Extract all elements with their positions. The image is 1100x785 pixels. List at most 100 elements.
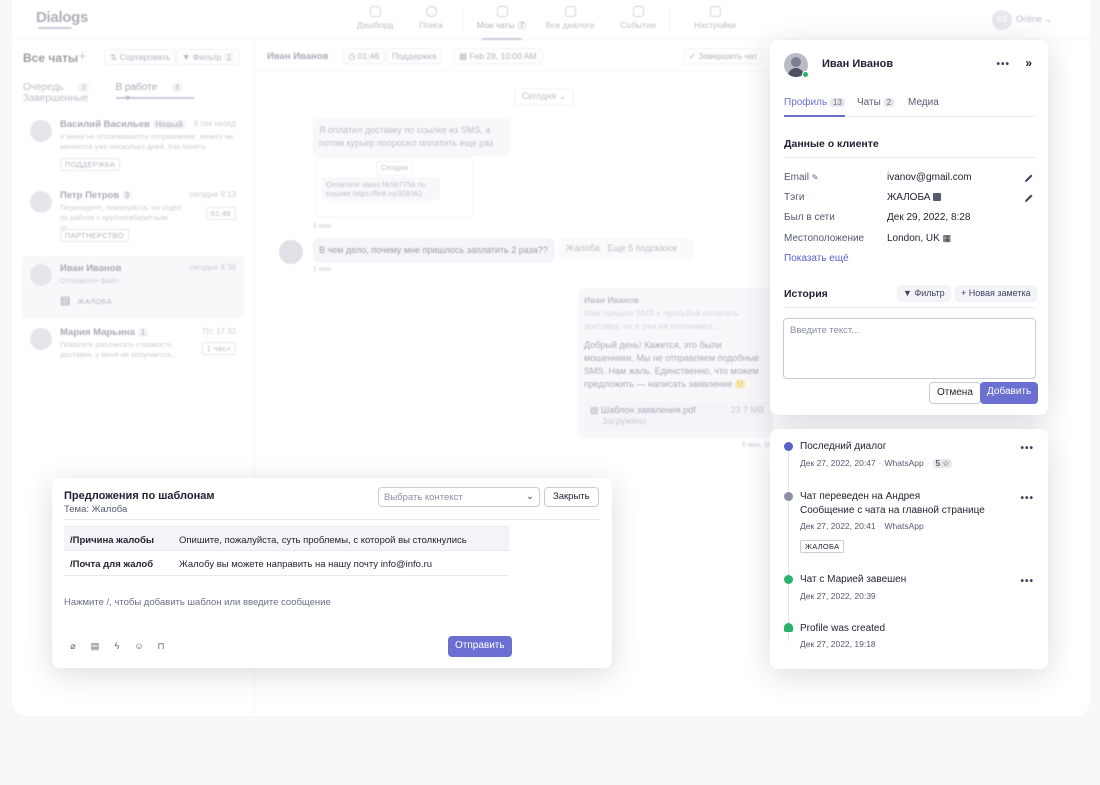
nav-label: Все диалоги [545, 20, 595, 30]
timeline-title: Profile was created [800, 623, 886, 634]
suggestion-chips: Жалоба Еще 5 подсказок [558, 238, 694, 260]
chat-tag: ПАРТНЕРСТВО [60, 229, 129, 242]
file-icon: ▤ [590, 405, 599, 415]
nav-divider [669, 8, 670, 32]
note-input[interactable]: Введите текст... [783, 318, 1036, 379]
history-timeline-card: Последний диалог ••• Дек 27, 2022, 20:47… [770, 429, 1048, 669]
timeline-meta: Дек 27, 2022, 20:41 · WhatsApp [800, 521, 924, 531]
message-time: 6 мин [313, 223, 332, 230]
table-row[interactable]: /Почта для жалоб Жалобу вы можете направ… [64, 551, 509, 576]
tab-queue[interactable]: Очередь 3 [23, 82, 101, 93]
forwarded-text: Оплатите заказ №567756 по ссылке https:/… [322, 177, 440, 201]
flag-icon: ▦ [942, 233, 952, 243]
email-value: ivanov@gmail.com [887, 172, 972, 183]
nav-search[interactable]: Поиск [395, 6, 467, 30]
finish-chat-button[interactable]: ✓ Завершить чат [683, 48, 764, 64]
nav-label: Дашборд [356, 20, 394, 30]
note-placeholder: Введите текст... [790, 325, 860, 336]
divider [784, 157, 1036, 158]
chat-time: 6 сек назад [193, 119, 236, 128]
table-row[interactable]: /Причина жалобы Опишите, пожалуйста, сут… [64, 526, 509, 551]
message-input[interactable]: Нажмите /, чтобы добавить шаблон или вве… [64, 597, 331, 608]
tag-label: ПАРТНЕРСТВО [60, 229, 129, 242]
user-avatar[interactable]: SS [992, 10, 1012, 30]
name-text: Петр Петров [60, 190, 120, 201]
lightning-icon[interactable]: ϟ [109, 638, 125, 654]
caret-down-icon[interactable]: ▾ [125, 93, 130, 104]
location-label: Местоположение [784, 233, 865, 244]
close-button[interactable]: Закрыть [544, 487, 599, 507]
unread-badge: 1 [137, 328, 149, 337]
show-more-link[interactable]: Показать ещё [784, 253, 849, 264]
list-item[interactable]: Петр Петров 9 сегодня 9:13 Пересидите, п… [22, 183, 244, 245]
tab-profile[interactable]: Профиль 13 [784, 97, 845, 117]
add-note-button[interactable]: Добавить [980, 382, 1039, 404]
template-icon[interactable]: ▤ [87, 638, 103, 654]
more-icon[interactable]: ••• [1020, 443, 1034, 454]
emoji-icon[interactable]: ☺ [131, 638, 147, 654]
nav-my-chats[interactable]: Мои чаты 7 [466, 6, 538, 40]
history-filter-button[interactable]: ▼ Фильтр [897, 285, 951, 302]
contact-name: Иван Иванов [60, 263, 122, 274]
timer-label: 01:46 [357, 51, 380, 61]
timeline-subtitle: Сообщение с чата на главной странице [800, 505, 985, 516]
timer-badge: ◷ 01:46 [342, 48, 386, 64]
status-selector[interactable]: Online ⌄ [1016, 14, 1052, 25]
dialogs-icon [564, 6, 576, 17]
template-text: Жалобу вы можете направить на нашу почту… [179, 559, 433, 570]
tab-chats[interactable]: Чаты 2 [857, 97, 895, 108]
more-icon[interactable]: ••• [996, 59, 1010, 70]
nav-label: Настройки [694, 20, 736, 30]
send-button[interactable]: Отправить [448, 636, 512, 657]
profile-tabs: Профиль 13 Чаты 2 Медиа [784, 97, 1036, 117]
timeline-title: Чат переведен на Андрея [800, 491, 921, 502]
tab-media[interactable]: Медиа [908, 97, 939, 108]
bookmark-icon[interactable]: ⊓ [153, 638, 169, 654]
events-icon [632, 6, 644, 17]
dashboard-icon [369, 6, 381, 17]
forwarded-date: Сегодня [376, 161, 413, 176]
tab-completed[interactable]: Завершенные [23, 93, 100, 104]
filter-button[interactable]: ▼ Фильтр 1 [176, 49, 241, 65]
sort-icon: ⇅ [110, 52, 118, 62]
list-item[interactable]: Мария Марьина 1 Пт, 17:33 Помогите рассч… [22, 320, 244, 382]
collapse-panel-icon[interactable]: » [1025, 56, 1032, 70]
cancel-button[interactable]: Отмена [929, 382, 981, 404]
timeline-title: Чат с Марией завешен [800, 574, 907, 585]
file-attachment[interactable]: ▤ Шаблон заявления.pdf 23.7 MB Загружено [584, 402, 772, 432]
nav-all-dialogs[interactable]: Все диалоги [534, 6, 606, 30]
timeline-dot-icon [784, 492, 793, 501]
app-logo[interactable]: Dialogs [36, 9, 88, 29]
more-suggestions-link[interactable]: Еще 5 подсказок [607, 243, 677, 253]
sort-button[interactable]: ⇅ Сортировать [104, 49, 177, 65]
chat-tabs: Очередь 3 В работе 4 Завершенные ▾ [23, 82, 254, 104]
calendar-icon: ▦ [459, 51, 468, 61]
edit-icon[interactable] [1024, 173, 1034, 183]
profile-name: Иван Иванов [822, 58, 894, 70]
tag-remove-icon[interactable] [933, 193, 942, 202]
template-shortcut: /Причина жалобы [70, 535, 154, 546]
conversation-contact: Иван Иванов [267, 51, 329, 62]
add-chat-icon[interactable]: + [78, 48, 87, 65]
new-note-button[interactable]: + Новая заметка [955, 285, 1037, 302]
nav-events[interactable]: События [602, 6, 674, 30]
chat-time: сегодня 9:13 [189, 190, 236, 199]
timeline-line [788, 447, 789, 641]
chat-tag: ПОДДЕРЖКА [60, 158, 121, 171]
file-status: Загружено [602, 416, 647, 426]
more-icon[interactable]: ••• [1020, 576, 1034, 587]
nav-settings[interactable]: Настройки [679, 6, 751, 30]
context-select[interactable]: Выбрать контекст ⌄ [378, 487, 540, 507]
list-item[interactable]: Василий Васильев Новый 6 сек назад У мен… [22, 112, 244, 174]
timeline-date: Дек 27, 2022, 20:41 [800, 521, 876, 531]
attach-icon[interactable]: ⌀ [65, 638, 81, 654]
suggestion-chip[interactable]: Жалоба [566, 243, 600, 253]
list-item[interactable]: Иван Иванов сегодня 8:36 Отправлен файл … [22, 256, 244, 318]
more-icon[interactable]: ••• [1020, 493, 1034, 504]
chat-preview: Помогите рассчитать стоимость доставки, … [60, 340, 177, 359]
settings-icon [709, 6, 721, 17]
field-label: Email [784, 172, 810, 183]
contact-name: Василий Васильев Новый [60, 119, 186, 130]
edit-icon[interactable] [1024, 193, 1034, 203]
message-text: В чем дело, почему мне пришлось заплатит… [319, 245, 548, 255]
